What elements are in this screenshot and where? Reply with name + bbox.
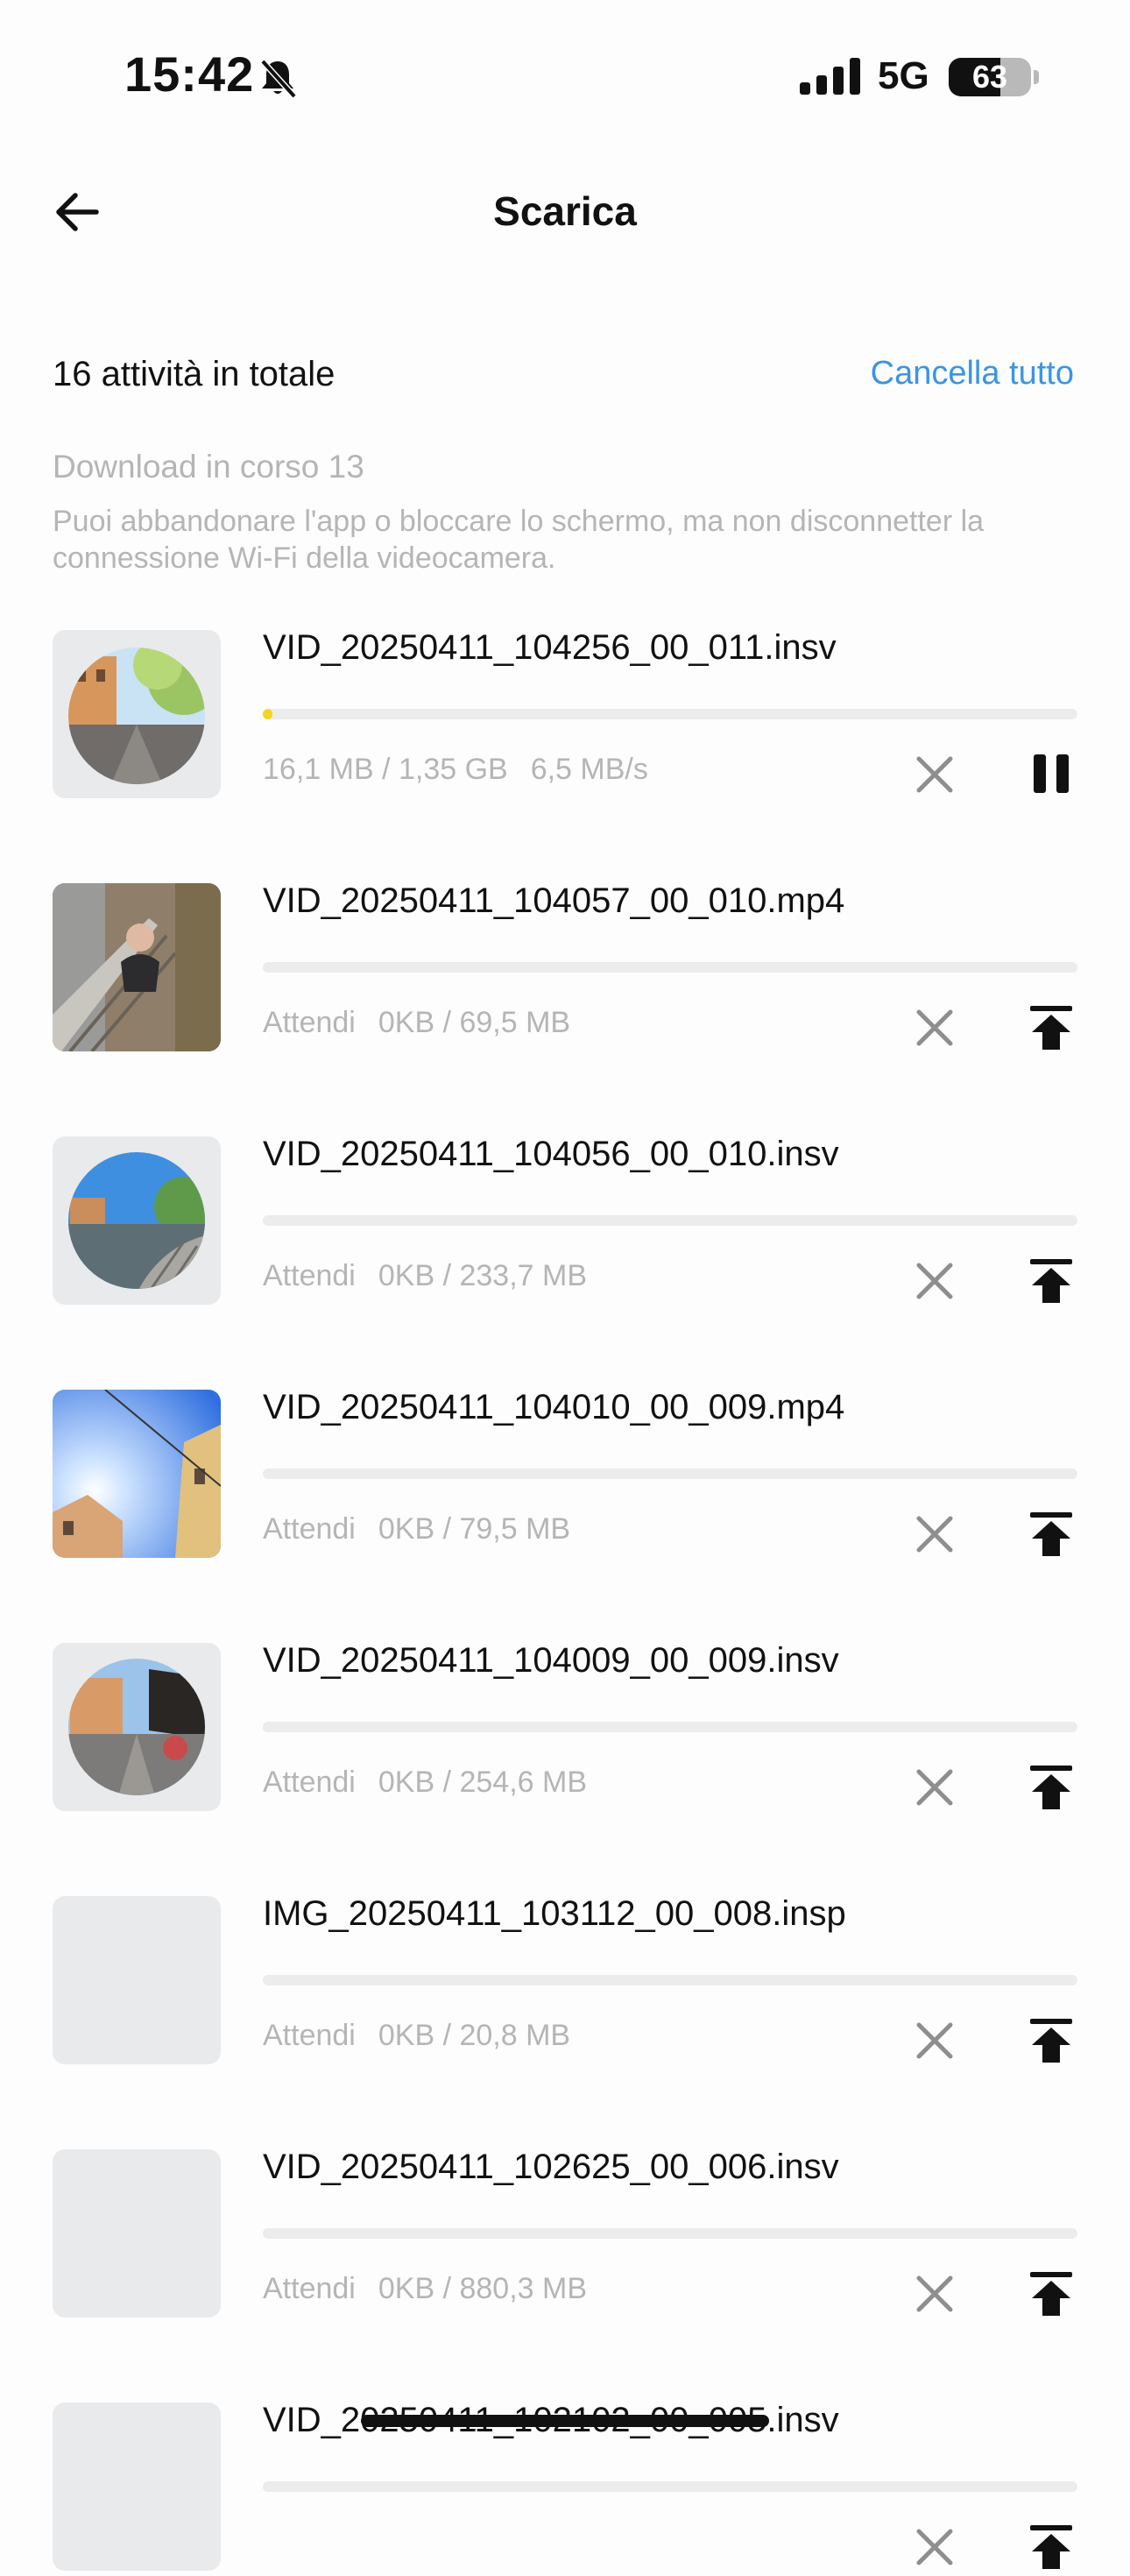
download-speed: 6,5 MB/s [530, 753, 648, 786]
close-icon[interactable] [911, 2270, 958, 2318]
bell-slash-icon [260, 59, 297, 99]
file-name: VID_20250411_104010_00_009.mp4 [263, 1388, 845, 1426]
close-icon[interactable] [911, 1004, 958, 1051]
progress-fill [263, 709, 273, 719]
download-size: 0KB / 254,6 MB [378, 1766, 587, 1799]
battery-cap [1034, 70, 1039, 84]
status-time: 15:42 [124, 46, 255, 102]
file-name: VID_20250411_102625_00_006.insv [263, 2148, 839, 2186]
download-status: Attendi [263, 1259, 356, 1292]
file-thumbnail[interactable] [53, 2149, 221, 2318]
progress-bar [263, 1975, 1077, 1985]
download-info: Attendi 0KB / 880,3 MB [263, 2272, 587, 2306]
download-item: VID_20250411_104009_00_009.insv Attendi 0… [0, 1641, 1130, 1816]
download-item: VID_20250411_104056_00_010.insv Attendi 0… [0, 1135, 1130, 1310]
file-name: VID_20250411_104256_00_011.insv [263, 628, 837, 667]
cellular-signal-icon [800, 58, 860, 95]
download-info: Attendi 0KB / 254,6 MB [263, 1766, 587, 1800]
close-icon[interactable] [911, 2523, 958, 2571]
file-thumbnail[interactable] [53, 883, 221, 1051]
download-size: 0KB / 233,7 MB [378, 1259, 587, 1292]
downloading-section-title: Download in corso 13 [53, 449, 364, 485]
download-status: Attendi [263, 1512, 356, 1546]
download-size: 16,1 MB / 1,35 GB [263, 753, 508, 786]
download-item: VID_20250411_102625_00_006.insv Attendi 0… [0, 2148, 1130, 2323]
move-to-top-icon[interactable] [1027, 1001, 1076, 1053]
close-icon[interactable] [911, 2017, 958, 2064]
battery-icon: 63 [949, 58, 1031, 96]
progress-bar [263, 709, 1077, 719]
file-thumbnail[interactable] [53, 1643, 221, 1811]
download-info: Attendi 0KB / 79,5 MB [263, 1512, 570, 1546]
move-to-top-icon[interactable] [1027, 1507, 1076, 1560]
close-icon[interactable] [911, 1764, 958, 1811]
file-name: VID_20250411_104057_00_010.mp4 [263, 881, 845, 920]
progress-bar [263, 1215, 1077, 1226]
page-title: Scarica [493, 188, 637, 234]
download-info: Attendi 0KB / 233,7 MB [263, 1259, 587, 1293]
download-size: 0KB / 79,5 MB [378, 1512, 571, 1546]
file-thumbnail[interactable] [53, 630, 221, 798]
battery-percent: 63 [971, 59, 1008, 95]
clear-all-button[interactable]: Cancella tutto [871, 355, 1074, 393]
file-thumbnail[interactable] [53, 1896, 221, 2064]
close-icon[interactable] [911, 1511, 958, 1558]
download-size: 0KB / 880,3 MB [378, 2272, 587, 2305]
download-status: Attendi [263, 2272, 356, 2305]
close-icon[interactable] [911, 751, 958, 798]
file-thumbnail[interactable] [53, 2403, 221, 2571]
total-tasks: 16 attività in totale [53, 355, 335, 393]
download-item: IMG_20250411_103112_00_008.insp Attendi 0… [0, 1894, 1130, 2070]
download-size: 0KB / 20,8 MB [378, 2019, 571, 2052]
download-item: VID_20250411_104256_00_011.insv 16,1 MB … [0, 628, 1130, 803]
file-name: VID_20250411_104056_00_010.insv [263, 1135, 839, 1173]
move-to-top-icon[interactable] [1027, 2267, 1076, 2319]
close-icon[interactable] [911, 1257, 958, 1305]
move-to-top-icon[interactable] [1027, 2013, 1076, 2066]
move-to-top-icon[interactable] [1027, 2520, 1076, 2572]
download-status: Attendi [263, 1766, 356, 1799]
progress-bar [263, 962, 1077, 973]
file-thumbnail[interactable] [53, 1136, 221, 1305]
progress-bar [263, 1468, 1077, 1479]
progress-bar [263, 2228, 1077, 2239]
file-name: VID_20250411_104009_00_009.insv [263, 1641, 839, 1680]
file-name: IMG_20250411_103112_00_008.insp [263, 1894, 846, 1933]
wifi-notice: Puoi abbandonare l'app o bloccare lo sch… [53, 505, 985, 575]
move-to-top-icon[interactable] [1027, 1760, 1076, 1813]
download-info: Attendi 0KB / 20,8 MB [263, 2019, 570, 2053]
file-thumbnail[interactable] [53, 1390, 221, 1558]
download-status: Attendi [263, 2019, 356, 2052]
download-status: Attendi [263, 1006, 356, 1039]
move-to-top-icon[interactable] [1027, 1254, 1076, 1306]
download-info: Attendi 0KB / 69,5 MB [263, 1006, 570, 1040]
status-bar: 15:42 5G 63 [0, 0, 1130, 149]
download-info: 16,1 MB / 1,35 GB 6,5 MB/s [263, 753, 648, 787]
network-type: 5G [878, 54, 929, 97]
pause-icon[interactable] [1027, 747, 1076, 800]
download-item: VID_20250411_102102_00_005.insv [0, 2401, 1130, 2576]
home-indicator[interactable] [361, 2415, 769, 2427]
progress-bar [263, 1722, 1077, 1732]
download-item: VID_20250411_104010_00_009.mp4 Attendi 0K… [0, 1388, 1130, 1563]
download-size: 0KB / 69,5 MB [378, 1006, 571, 1039]
progress-bar [263, 2481, 1077, 2492]
download-item: VID_20250411_104057_00_010.mp4 Attendi 0K… [0, 881, 1130, 1057]
